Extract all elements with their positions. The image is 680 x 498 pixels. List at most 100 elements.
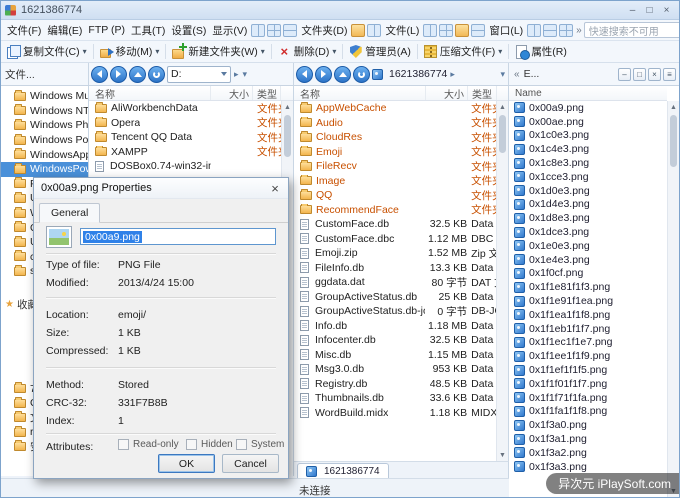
file-row[interactable]: WordBuild.midx1.18 KBMIDX 文 <box>294 406 496 421</box>
file-row[interactable]: 0x1c4e3.png <box>509 142 667 156</box>
file-row[interactable]: 0x1e0e3.png <box>509 239 667 253</box>
menu-item-file[interactable]: 文件(F) <box>4 21 44 40</box>
column-header-size[interactable]: 大小 <box>211 86 253 100</box>
file-row[interactable]: GroupActiveStatus.db-journal0 字节DB-JOU <box>294 304 496 319</box>
file-row[interactable]: 0x1f1f71f1fa.png <box>509 391 667 405</box>
chevron-down-icon[interactable]: ▾ <box>332 47 336 56</box>
menu-item-tools[interactable]: 工具(T) <box>128 21 168 40</box>
file-row[interactable]: 0x1d0e3.png <box>509 184 667 198</box>
properties-button[interactable]: 属性(R) <box>511 42 571 61</box>
menu-item-edit[interactable]: 编辑(E) <box>44 21 85 40</box>
scrollbar[interactable]: ▲ ▼ <box>667 101 679 497</box>
close-button[interactable]: × <box>658 3 675 18</box>
file-row[interactable]: Audio文件夹 <box>294 116 496 131</box>
up-button[interactable] <box>334 66 351 83</box>
file-row[interactable]: 0x00ae.png <box>509 115 667 129</box>
file-row[interactable]: 0x1f1ec1f1e7.png <box>509 336 667 350</box>
tab-1621386774[interactable]: 1621386774 <box>297 463 389 478</box>
overflow-chevron-icon[interactable]: » <box>574 25 584 36</box>
column-header-name[interactable]: 名称 <box>89 86 211 100</box>
file-row[interactable]: Misc.db1.15 MBData Ba <box>294 348 496 363</box>
file-row[interactable]: RecommendFace文件夹 <box>294 203 496 218</box>
tree-item[interactable]: Windows NT <box>1 104 88 119</box>
menu-item-folder[interactable]: 文件夹(D) <box>298 21 350 40</box>
file-row[interactable]: Image文件夹 <box>294 174 496 189</box>
column-header-type[interactable]: 类型 <box>468 86 497 100</box>
chevron-down-icon[interactable]: ▾ <box>155 47 159 56</box>
file-row[interactable]: Opera文件夹 <box>89 116 281 131</box>
cancel-button[interactable]: Cancel <box>222 454 279 473</box>
window-split-icon[interactable] <box>527 24 541 37</box>
layout-four-pane-icon[interactable] <box>267 24 281 37</box>
file-row[interactable]: ggdata.dat80 字节DAT 文 <box>294 275 496 290</box>
tree-item[interactable]: Windows Por <box>1 133 88 148</box>
file-row[interactable]: Msg3.0.db953 KBData Ba <box>294 362 496 377</box>
pane-close-button[interactable]: × <box>648 68 661 81</box>
column-header-size[interactable]: 大小 <box>426 86 468 100</box>
collapse-chevron-icon[interactable]: « <box>512 69 522 80</box>
scroll-thumb[interactable] <box>670 115 677 167</box>
layout-horizontal-icon[interactable] <box>283 24 297 37</box>
file-row[interactable]: 0x00a9.png <box>509 101 667 115</box>
tree-item[interactable]: WindowsPow <box>1 162 88 177</box>
readonly-checkbox[interactable]: Read-only <box>118 439 179 450</box>
titlebar[interactable]: 1621386774 – □ × <box>1 1 679 20</box>
file-row[interactable]: XAMPP文件夹 <box>89 145 281 160</box>
chevron-down-icon[interactable]: ▾ <box>261 47 265 56</box>
chevron-down-icon[interactable]: ▾ <box>242 69 249 80</box>
file-row[interactable]: 0x1f1e91f1ea.png <box>509 294 667 308</box>
compress-button[interactable]: 压缩文件(F) ▾ <box>420 42 506 61</box>
file-row[interactable]: 0x1f1e81f1f3.png <box>509 280 667 294</box>
dialog-close-icon[interactable]: × <box>262 178 288 198</box>
tree-item[interactable]: WindowsApp <box>1 147 88 162</box>
scroll-up-icon[interactable]: ▲ <box>282 101 293 113</box>
file-row[interactable]: 0x1cce3.png <box>509 170 667 184</box>
chevron-down-icon[interactable]: ▾ <box>498 47 502 56</box>
pane-minimize-button[interactable]: – <box>618 68 631 81</box>
system-checkbox[interactable]: System <box>236 439 284 450</box>
drive-select[interactable]: D: <box>167 66 231 83</box>
file-row[interactable]: 0x1f3a2.png <box>509 446 667 460</box>
file-row[interactable]: Info.db1.18 MBData Ba <box>294 319 496 334</box>
file-row[interactable]: CustomFace.dbc1.12 MBDBC 文 <box>294 232 496 247</box>
tree-item[interactable]: Windows Mu <box>1 89 88 104</box>
file-row[interactable]: Infocenter.db32.5 KBData Ba <box>294 333 496 348</box>
menu-item-window[interactable]: 窗口(L) <box>486 21 526 40</box>
tree-item[interactable]: Windows Ph <box>1 118 88 133</box>
file-row[interactable]: FileRecv文件夹 <box>294 159 496 174</box>
forward-button[interactable] <box>110 66 127 83</box>
forward-button[interactable] <box>315 66 332 83</box>
back-button[interactable] <box>296 66 313 83</box>
file-view-icon[interactable] <box>423 24 437 37</box>
file-row[interactable]: 0x1dce3.png <box>509 225 667 239</box>
chevron-right-icon[interactable]: ▸ <box>449 69 456 80</box>
maximize-button[interactable]: □ <box>641 3 658 18</box>
file-row[interactable]: AliWorkbenchData文件夹 <box>89 101 281 116</box>
chevron-down-icon[interactable]: ▾ <box>83 47 87 56</box>
window-grid-icon[interactable] <box>559 24 573 37</box>
minimize-button[interactable]: – <box>624 3 641 18</box>
refresh-button[interactable] <box>353 66 370 83</box>
menu-item-files[interactable]: 文件(L) <box>382 21 422 40</box>
admin-button[interactable]: 管理员(A) <box>345 42 415 61</box>
hidden-checkbox[interactable]: Hidden <box>186 439 233 450</box>
file-row[interactable]: 0x1f1f01f1f7.png <box>509 377 667 391</box>
ok-button[interactable]: OK <box>158 454 215 473</box>
tab-general[interactable]: General <box>39 203 100 223</box>
file-row[interactable]: 0x1f1ef1f1f5.png <box>509 363 667 377</box>
file-row[interactable]: CloudRes文件夹 <box>294 130 496 145</box>
delete-button[interactable]: × 删除(D) ▾ <box>274 42 341 61</box>
file-folder-icon[interactable] <box>455 24 469 37</box>
file-row[interactable]: Tencent QQ Data文件夹 <box>89 130 281 145</box>
window-rows-icon[interactable] <box>543 24 557 37</box>
scroll-up-icon[interactable]: ▲ <box>668 101 679 113</box>
column-header-type[interactable]: 类型 <box>253 86 281 100</box>
new-folder-button[interactable]: 新建文件夹(W) ▾ <box>168 42 268 61</box>
up-button[interactable] <box>129 66 146 83</box>
pane-menu-button[interactable]: ≡ <box>663 68 676 81</box>
file-row[interactable]: 0x1d4e3.png <box>509 198 667 212</box>
file-row[interactable]: GroupActiveStatus.db25 KBData Ba <box>294 290 496 305</box>
pane-maximize-button[interactable]: □ <box>633 68 646 81</box>
file-row[interactable]: 0x1f1fa1f1f8.png <box>509 405 667 419</box>
file-row[interactable]: Emoji文件夹 <box>294 145 496 160</box>
